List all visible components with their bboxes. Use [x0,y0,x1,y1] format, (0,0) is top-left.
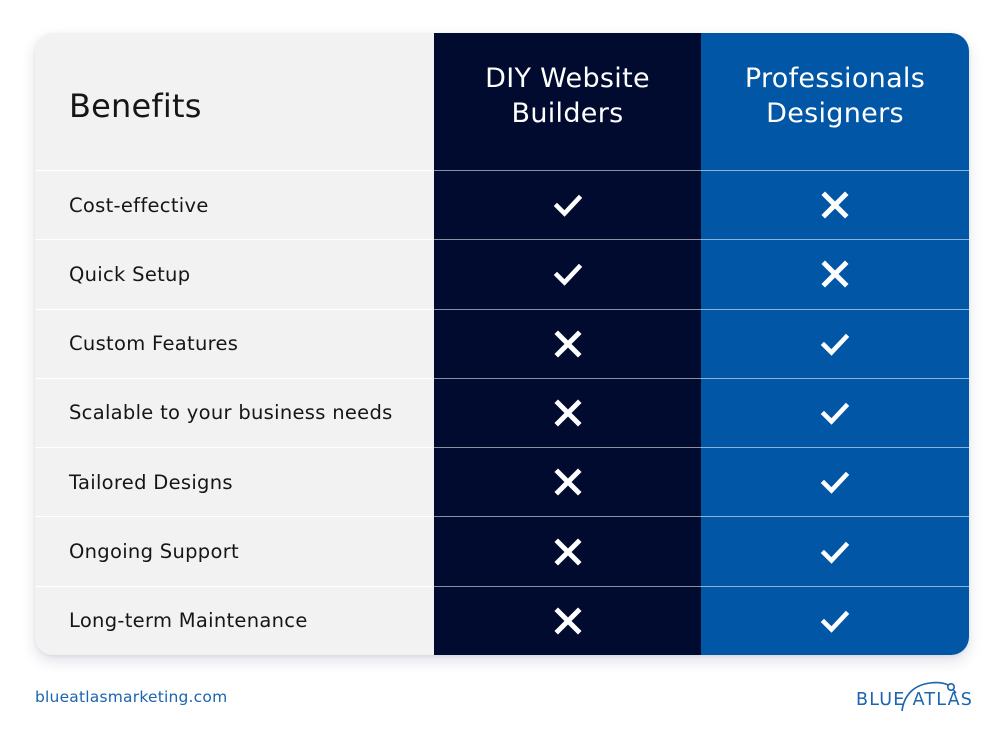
pro-cell [701,308,969,378]
x-icon [551,465,585,499]
diy-cell [434,585,701,655]
x-icon [551,535,585,569]
check-icon [818,604,852,638]
diy-cell [434,239,701,309]
benefit-label-cell: Scalable to your business needs [35,377,434,448]
benefit-label-cell: Cost-effective [35,170,434,240]
benefit-label-cell: Custom Features [35,308,434,378]
diy-cell [434,447,701,517]
website-link[interactable]: blueatlasmarketing.com [35,688,227,706]
benefit-label: Tailored Designs [69,470,233,494]
pro-header-line2: Designers [766,97,904,129]
benefits-header: Benefits [69,86,202,125]
blue-atlas-logo: BLUE ATLAS [852,673,972,713]
logo-text: BLUE ATLAS [856,690,973,710]
pro-column-header: Professionals Designers [701,33,969,170]
benefit-label: Cost-effective [69,193,209,217]
diy-header-line2: Builders [511,97,624,129]
check-icon [551,257,585,291]
check-icon [818,396,852,430]
pro-cell [701,170,969,240]
pro-cell [701,516,969,586]
x-icon [551,604,585,638]
benefit-label-cell: Tailored Designs [35,447,434,517]
pro-cell [701,447,969,517]
x-icon [551,396,585,430]
logo-text-atlas: ATLAS [912,690,974,710]
benefit-label-cell: Long-term Maintenance [35,585,434,655]
diy-cell [434,170,701,240]
diy-cell [434,516,701,586]
pro-cell [701,239,969,309]
x-icon [818,188,852,222]
check-icon [818,535,852,569]
pro-cell [701,377,969,448]
check-icon [818,327,852,361]
comparison-table: Benefits DIY Website Builders Profession… [35,33,969,655]
benefit-label-cell: Quick Setup [35,239,434,309]
benefit-label: Quick Setup [69,262,191,286]
check-icon [551,188,585,222]
benefit-label: Custom Features [69,332,239,356]
x-icon [551,327,585,361]
diy-column-header: DIY Website Builders [434,33,701,170]
diy-cell [434,308,701,378]
diy-cell [434,377,701,448]
x-icon [818,257,852,291]
diy-header-line1: DIY Website [485,62,650,94]
benefit-label-cell: Ongoing Support [35,516,434,586]
benefit-label: Long-term Maintenance [69,609,308,633]
pro-cell [701,585,969,655]
logo-text-blue: BLUE [856,690,906,710]
benefit-label: Scalable to your business needs [69,401,393,425]
benefit-label: Ongoing Support [69,540,239,564]
check-icon [818,465,852,499]
pro-header-line1: Professionals [744,62,926,94]
benefits-header-cell: Benefits [35,33,434,170]
